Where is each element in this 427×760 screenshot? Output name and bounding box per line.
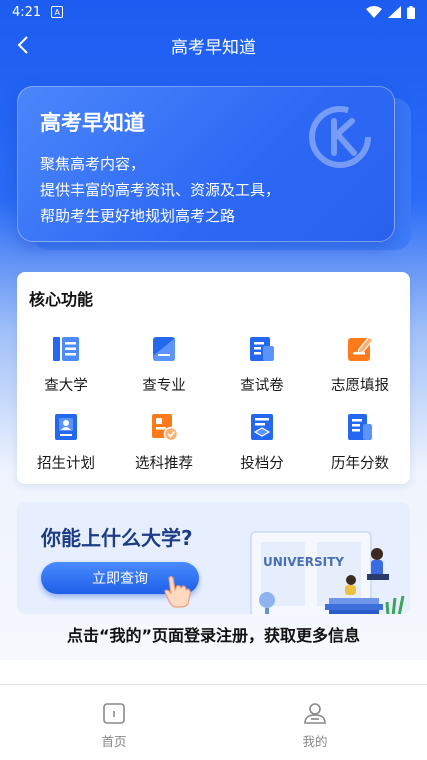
pointing-hand-icon	[164, 575, 191, 608]
feature-application[interactable]: 志愿填报	[311, 334, 409, 395]
status-bar: 4:21 A	[0, 0, 427, 24]
bottom-tab-bar: 首页 我的	[0, 684, 427, 760]
application-form-icon	[348, 336, 374, 361]
feature-check-university[interactable]: 查大学	[17, 334, 115, 395]
feature-label: 查试卷	[240, 378, 284, 394]
hero-card: 高考早知道 聚焦高考内容， 提供丰富的高考资讯、资源及工具， 帮助考生更好地规划…	[17, 86, 395, 242]
notification-a-icon: A	[51, 6, 64, 18]
university-illustration: UNIVERSITY	[250, 531, 405, 614]
home-icon	[103, 703, 125, 724]
feature-admission-score[interactable]: 投档分	[213, 412, 311, 473]
feature-label: 查大学	[44, 378, 88, 394]
feature-label: 投档分	[240, 456, 284, 472]
tab-label: 首页	[101, 734, 127, 749]
university-query-banner[interactable]: 你能上什么大学? 立即查询 UNIVERSITY	[17, 502, 410, 614]
subject-select-icon	[152, 414, 179, 442]
feature-subject-recommend[interactable]: 选科推荐	[115, 412, 213, 473]
history-score-icon	[348, 414, 372, 440]
feature-history-score[interactable]: 历年分数	[311, 412, 409, 473]
back-button[interactable]	[10, 32, 36, 58]
signal-icon	[388, 6, 401, 18]
page-title: 高考早知道	[171, 37, 256, 58]
battery-icon	[407, 5, 415, 19]
profile-icon	[304, 703, 326, 724]
feature-label: 志愿填报	[331, 378, 389, 394]
chevron-left-icon	[17, 36, 28, 54]
major-book-icon	[153, 337, 175, 361]
admission-score-icon	[251, 414, 273, 440]
feature-check-exam[interactable]: 查试卷	[213, 334, 311, 395]
feature-label: 选科推荐	[135, 456, 193, 472]
tab-mine[interactable]: 我的	[275, 701, 355, 750]
feature-label: 历年分数	[331, 456, 389, 472]
feature-label: 查专业	[142, 378, 186, 394]
core-features-card: 核心功能 查大学 查专业 查试卷 志愿填报 招生计划 选科推荐 投档分 历年分数	[17, 272, 410, 484]
hero-line: 提供丰富的高考资讯、资源及工具，	[40, 181, 281, 199]
hero-line: 帮助考生更好地规划高考之路	[40, 207, 236, 225]
tab-home[interactable]: 首页	[74, 701, 154, 750]
university-icon	[53, 337, 79, 361]
wifi-icon	[366, 6, 382, 18]
login-tip-text: 点击“我的”页面登录注册，获取更多信息	[66, 626, 361, 645]
university-sign-text: UNIVERSITY	[263, 555, 344, 569]
section-title: 核心功能	[29, 290, 94, 309]
banner-title: 你能上什么大学?	[41, 526, 193, 550]
feature-enrollment-plan[interactable]: 招生计划	[17, 412, 115, 473]
tab-label: 我的	[302, 734, 328, 749]
enrollment-plan-icon	[55, 414, 77, 440]
app-logo-icon	[309, 106, 371, 168]
status-time: 4:21	[12, 4, 42, 20]
feature-label: 招生计划	[37, 456, 95, 472]
navigation-bar: 高考早知道	[0, 26, 427, 64]
exam-paper-icon	[250, 337, 274, 361]
feature-check-major[interactable]: 查专业	[115, 334, 213, 395]
